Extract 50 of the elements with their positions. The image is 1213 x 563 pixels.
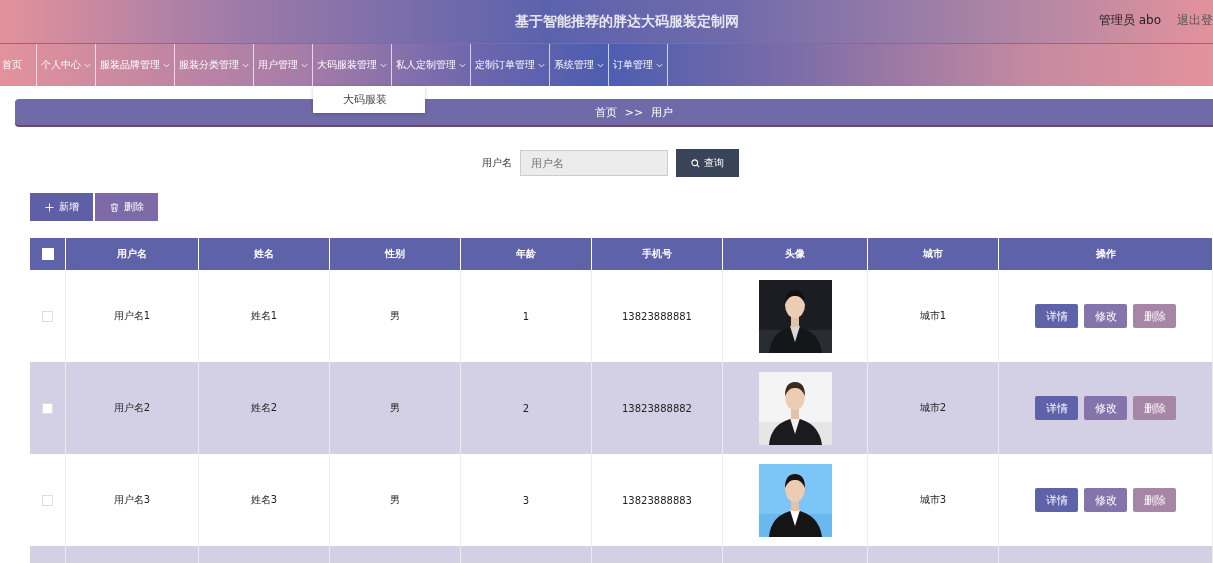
checkbox[interactable] — [42, 494, 53, 506]
table-cell: 城市2 — [867, 362, 999, 454]
delete-button[interactable]: 删除 — [1133, 304, 1176, 328]
delete-button[interactable]: 删除 — [95, 193, 158, 221]
checkbox[interactable] — [42, 402, 53, 414]
field-label: 用户名 — [482, 156, 512, 170]
column-header: 头像 — [722, 238, 868, 270]
admin-label: 管理员 abo — [1098, 12, 1161, 29]
trash-icon — [109, 202, 119, 212]
breadcrumb-current: 用户 — [651, 104, 674, 120]
nav-item[interactable]: 服装品牌管理 — [96, 44, 175, 86]
column-header: 手机号 — [591, 238, 723, 270]
nav-item[interactable]: 服装分类管理 — [175, 44, 254, 86]
table-cell: 13823888882 — [591, 362, 723, 454]
delete-button[interactable]: 删除 — [1133, 396, 1176, 420]
delete-button[interactable]: 删除 — [1133, 488, 1176, 512]
column-header: 年龄 — [460, 238, 592, 270]
nav-item[interactable]: 用户管理 — [254, 44, 313, 86]
table-cell: 姓名2 — [198, 362, 330, 454]
site-title: 基于智能推荐的胖达大码服装定制网 — [514, 12, 739, 31]
search-button[interactable]: 查询 — [676, 149, 739, 177]
search-field[interactable]: 用户名 — [520, 150, 668, 176]
nav-item[interactable]: 个人中心 — [37, 44, 96, 86]
nav-item[interactable]: 首页 — [0, 44, 37, 86]
column-header: 操作 — [998, 238, 1213, 270]
edit-button[interactable]: 修改 — [1084, 304, 1127, 328]
breadcrumb-link[interactable]: 首页 — [594, 104, 617, 120]
add-button[interactable]: 新增 — [30, 193, 93, 221]
nav-item[interactable]: 定制订单管理 — [471, 44, 550, 86]
details-button[interactable]: 详情 — [1035, 304, 1078, 328]
breadcrumb-separator: >> — [624, 105, 644, 119]
menu-item[interactable]: 大码服装 — [313, 88, 425, 111]
table-cell: 男 — [329, 362, 461, 454]
details-button[interactable]: 详情 — [1035, 396, 1078, 420]
nav-item[interactable]: 系统管理 — [550, 44, 609, 86]
nav-item[interactable]: 私人定制管理 — [392, 44, 471, 86]
edit-button[interactable]: 修改 — [1084, 488, 1127, 512]
column-header: 城市 — [867, 238, 999, 270]
column-header: 性别 — [329, 238, 461, 270]
plus-icon — [44, 202, 54, 212]
column-header: 用户名 — [65, 238, 199, 270]
logout-link[interactable]: 退出登 — [1177, 12, 1213, 29]
edit-button[interactable]: 修改 — [1084, 396, 1127, 420]
table-cell: 用户名2 — [65, 362, 199, 454]
search-icon — [691, 158, 700, 168]
table-cell: 2 — [460, 362, 592, 454]
nav-item[interactable]: 订单管理 — [609, 44, 668, 86]
checkbox[interactable] — [42, 310, 53, 322]
column-header: 姓名 — [198, 238, 330, 270]
details-button[interactable]: 详情 — [1035, 488, 1078, 512]
